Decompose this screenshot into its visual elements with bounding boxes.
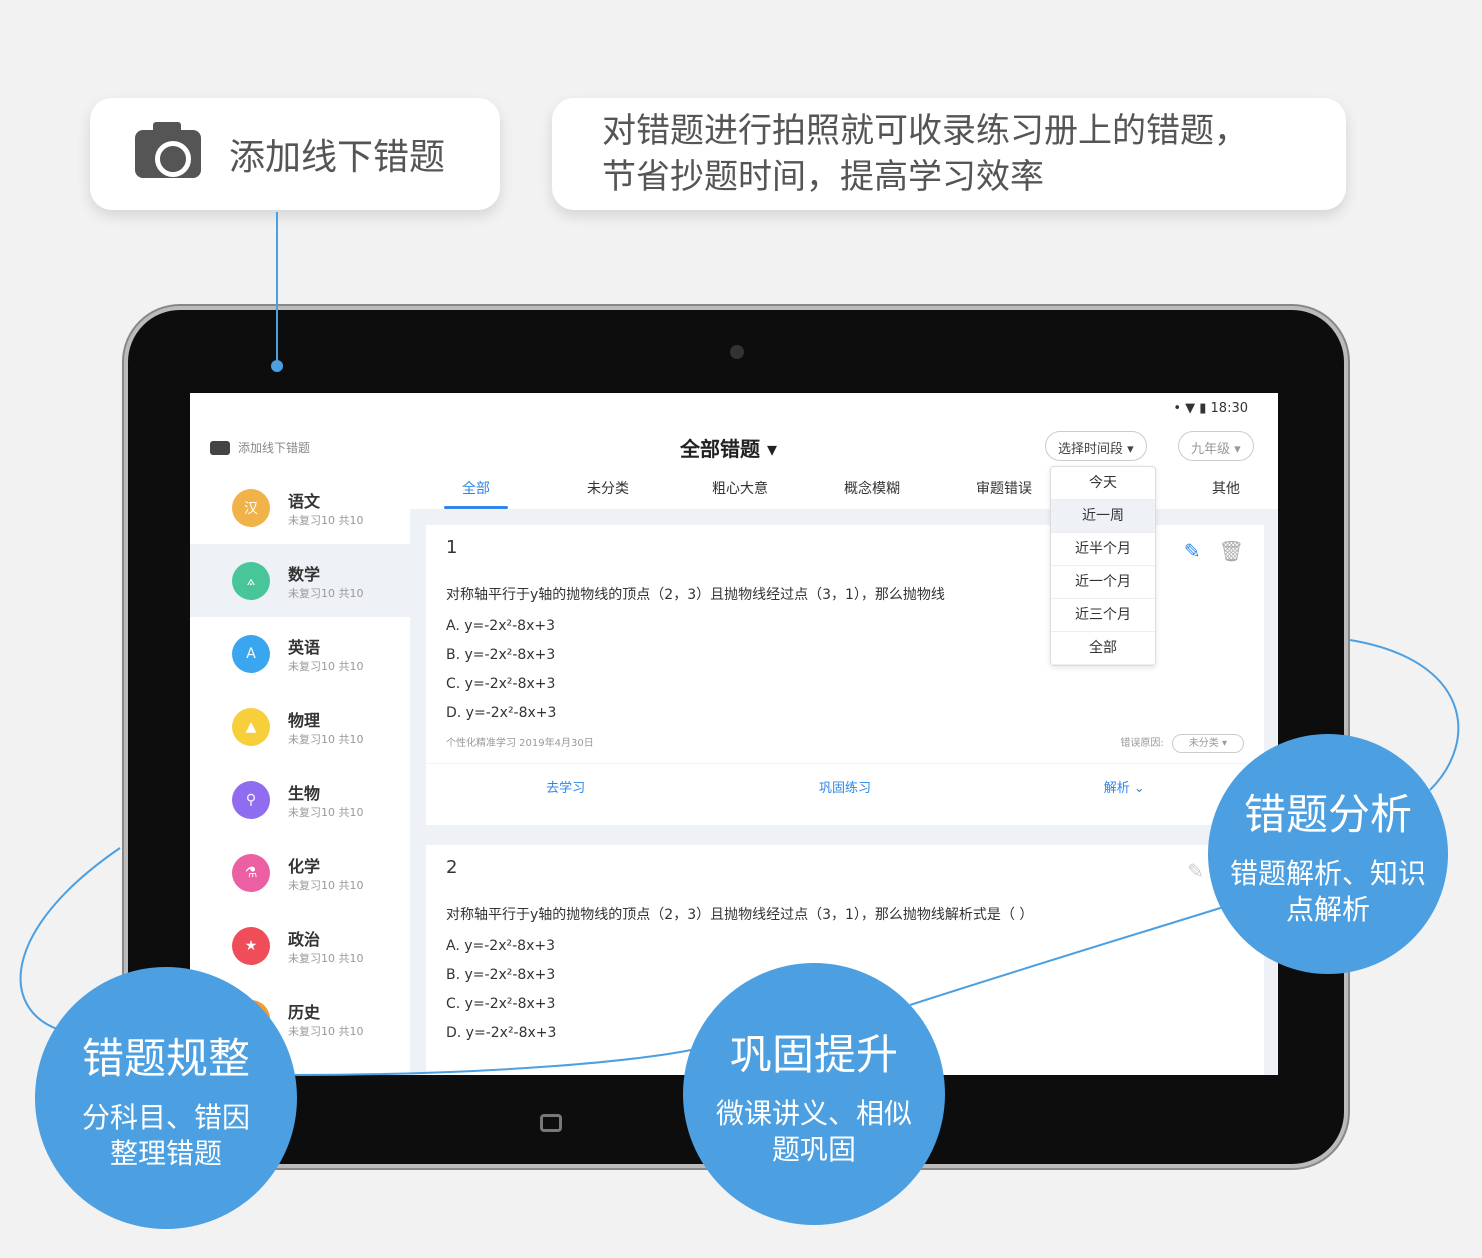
feature-title: 巩固提升	[729, 1029, 898, 1079]
feature-desc: 分科目、错因	[81, 1100, 250, 1134]
feature-bubble-organize: 错题规整 分科目、错因 整理错题	[35, 967, 297, 1229]
feature-title: 错题分析	[1243, 789, 1412, 839]
feature-desc: 错题解析、知识	[1229, 856, 1426, 890]
feature-desc: 整理错题	[109, 1136, 222, 1170]
feature-desc: 点解析	[1285, 892, 1370, 926]
feature-bubble-consolidate: 巩固提升 微课讲义、相似 题巩固	[683, 963, 945, 1225]
feature-bubble-analysis: 错题分析 错题解析、知识 点解析	[1208, 734, 1448, 974]
feature-desc: 题巩固	[771, 1132, 856, 1166]
feature-desc: 微课讲义、相似	[715, 1096, 912, 1130]
feature-title: 错题规整	[81, 1033, 250, 1083]
